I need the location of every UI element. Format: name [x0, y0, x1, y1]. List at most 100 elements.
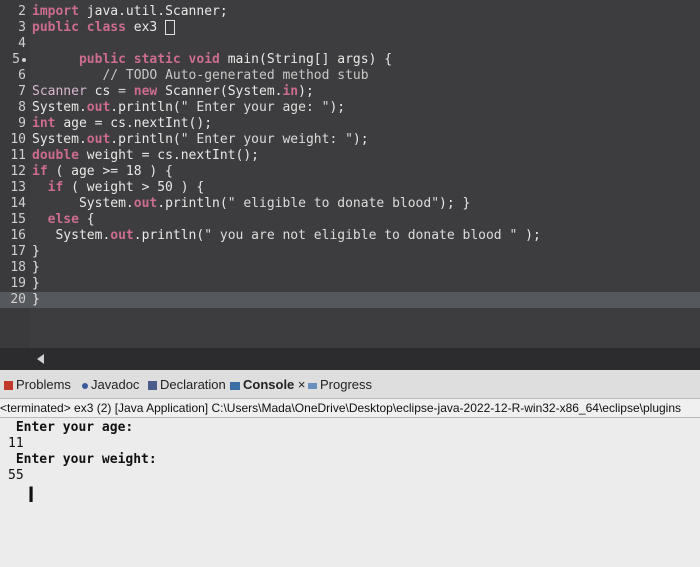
- tab-console[interactable]: Console ×: [230, 376, 306, 394]
- code-token: import: [32, 4, 87, 19]
- code-token: out: [86, 132, 111, 147]
- line-number: 19: [10, 276, 26, 291]
- code-line[interactable]: 4: [0, 36, 700, 52]
- javadoc-icon: [82, 382, 88, 389]
- terminated-label: <terminated> ex3 (2) [Java Application] …: [0, 401, 682, 415]
- tab-progress[interactable]: Progress: [308, 376, 372, 394]
- line-number: 4: [18, 36, 26, 51]
- code-token: age = cs.nextInt();: [63, 116, 213, 131]
- code-token: public static void: [78, 52, 228, 67]
- console-icon: [230, 381, 240, 390]
- code-token: .println(: [157, 196, 228, 211]
- code-line[interactable]: 7 Scanner cs = new Scanner(System.in);: [0, 84, 700, 100]
- code-token: Scanner: [32, 84, 95, 99]
- tab-problems[interactable]: Problems: [4, 376, 71, 394]
- code-editor[interactable]: 2 import java.util.Scanner; 3 public class …: [0, 0, 700, 348]
- problems-icon: [4, 381, 13, 391]
- code-token: java.util.Scanner;: [86, 4, 228, 19]
- console-line: 11: [8, 436, 24, 451]
- line-number: 16: [10, 228, 26, 243]
- code-line[interactable]: 14 System.out.println(" eligible to dona…: [0, 196, 700, 212]
- code-token: main(String[] args) {: [227, 52, 393, 67]
- code-line[interactable]: 9 int age = cs.nextInt();: [0, 116, 700, 132]
- code-token: }: [32, 276, 40, 291]
- code-token: " Enter your weight: ": [180, 132, 353, 147]
- code-token: if: [32, 164, 56, 179]
- tab-javadoc[interactable]: Javadoc: [82, 376, 139, 394]
- code-token: System.: [32, 100, 87, 115]
- code-token: Scanner(System.: [165, 84, 283, 99]
- code-line[interactable]: 15 else {: [0, 212, 700, 228]
- line-number: 9: [18, 116, 26, 131]
- line-number: 20: [10, 292, 26, 307]
- close-icon[interactable]: ×: [298, 377, 306, 392]
- code-line[interactable]: 8 System.out.println(" Enter your age: ")…: [0, 100, 700, 116]
- code-line[interactable]: 5 public static void main(String[] args)…: [0, 52, 700, 68]
- tab-javadoc-label: Javadoc: [91, 377, 140, 392]
- tab-console-label: Console: [243, 377, 295, 392]
- code-line[interactable]: 18}: [0, 260, 700, 276]
- tab-declaration[interactable]: Declaration: [148, 376, 226, 394]
- code-line[interactable]: 12 if ( age >= 18 ) {: [0, 164, 700, 180]
- code-token: .println(: [133, 228, 205, 243]
- code-token: if: [47, 180, 72, 195]
- code-token: System.: [55, 228, 111, 243]
- line-number: 13: [10, 180, 26, 195]
- code-token: in: [282, 84, 299, 99]
- code-token: out: [86, 100, 111, 115]
- code-line[interactable]: 20}: [0, 292, 700, 308]
- console-status: <terminated> ex3 (2) [Java Application] …: [0, 398, 700, 418]
- line-number: 7: [18, 84, 26, 99]
- fold-marker-icon[interactable]: [22, 57, 26, 62]
- tab-problems-label: Problems: [16, 377, 71, 392]
- code-token: );: [298, 84, 314, 99]
- console-line: Enter your age:: [8, 420, 134, 435]
- line-number: 6: [18, 68, 26, 83]
- code-token: double: [32, 148, 87, 163]
- code-line[interactable]: 19}: [0, 276, 700, 292]
- code-token: );: [329, 100, 346, 115]
- code-token: // TODO Auto-generated method stub: [102, 68, 369, 83]
- code-token: " Enter your age: ": [180, 100, 330, 115]
- code-token: " eligible to donate blood": [227, 196, 440, 211]
- code-line[interactable]: 16 System.out.println(" you are not elig…: [0, 228, 700, 244]
- code-line[interactable]: 3 public class ex3: [0, 20, 700, 36]
- line-number: 12: [10, 164, 26, 179]
- code-token: );: [517, 228, 541, 243]
- bracket-cursor-icon: [165, 20, 176, 35]
- line-number: 15: [10, 212, 26, 227]
- line-number: 8: [18, 100, 26, 115]
- view-tabs: Problems Javadoc Declaration Console × P…: [0, 370, 700, 398]
- code-line[interactable]: 11 double weight = cs.nextInt();: [0, 148, 700, 164]
- code-line[interactable]: 10 System.out.println(" Enter your weight…: [0, 132, 700, 148]
- line-number: 5: [0, 52, 26, 68]
- code-line[interactable]: 6 // TODO Auto-generated method stub: [0, 68, 700, 84]
- code-token: ); }: [439, 196, 471, 211]
- code-token: out: [133, 196, 158, 211]
- code-token: }: [32, 260, 40, 275]
- code-line[interactable]: 17}: [0, 244, 700, 260]
- code-token: }: [32, 292, 40, 307]
- text-cursor-icon: I: [28, 482, 35, 507]
- code-line[interactable]: 2 import java.util.Scanner;: [0, 4, 700, 20]
- code-token: .println(: [110, 132, 181, 147]
- scroll-left-icon[interactable]: [37, 354, 44, 364]
- console-output[interactable]: Enter your age: 11 Enter your weight: 55 I: [0, 418, 700, 567]
- line-number: 2: [18, 4, 26, 19]
- code-line[interactable]: 13 if ( weight > 50 ) {: [0, 180, 700, 196]
- code-token: ex3: [133, 20, 166, 35]
- code-token: ( age >= 18 ) {: [55, 164, 173, 179]
- horizontal-scrollbar[interactable]: [0, 348, 700, 370]
- code-token: {: [86, 212, 95, 227]
- progress-icon: [308, 382, 317, 389]
- line-number: 18: [10, 260, 26, 275]
- code-token: .println(: [110, 100, 181, 115]
- code-token: else: [47, 212, 87, 227]
- code-token: System.: [78, 196, 134, 211]
